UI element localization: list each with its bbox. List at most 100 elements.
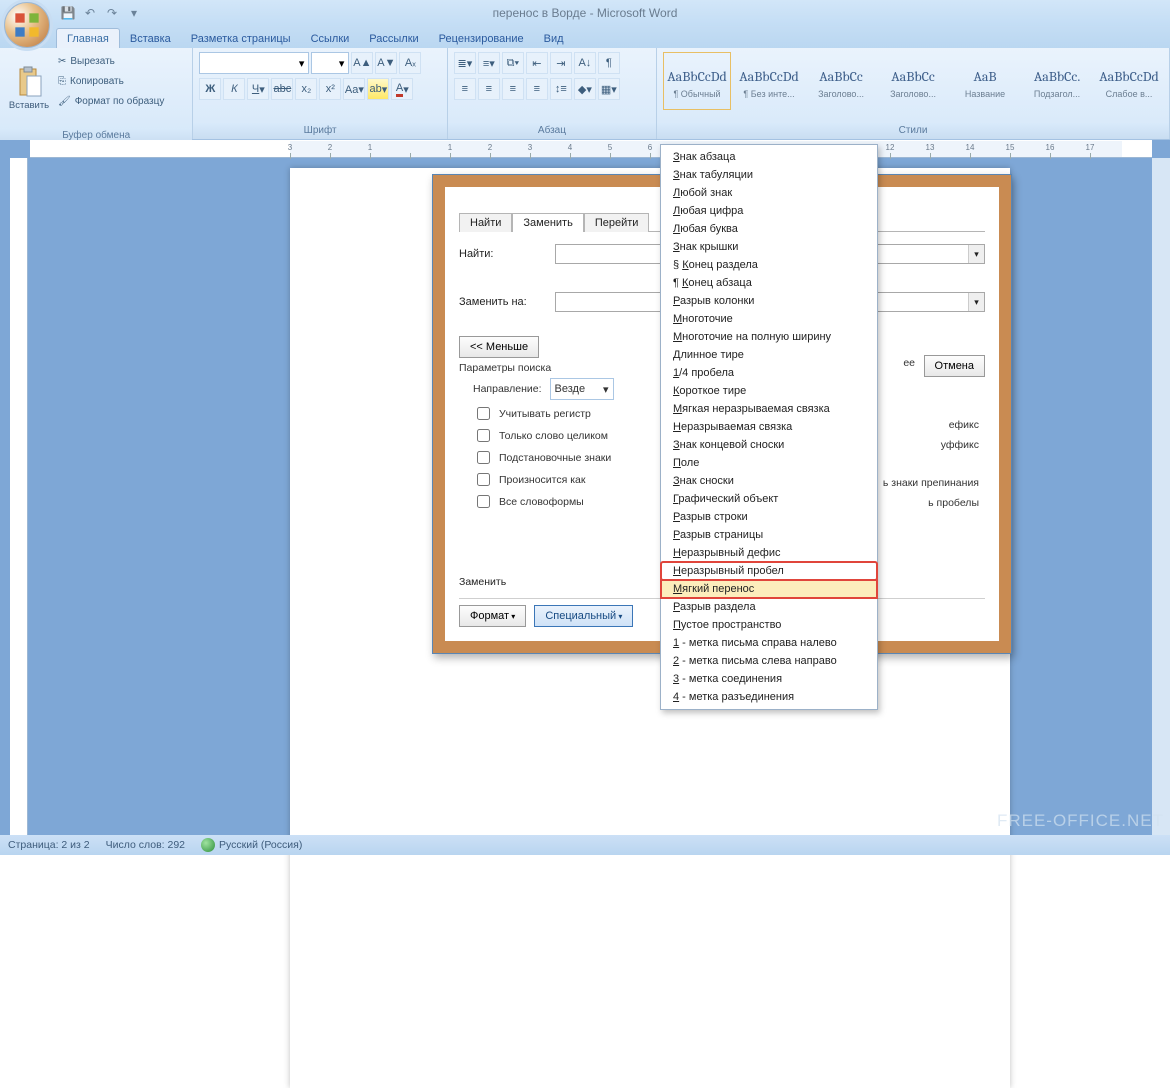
font-name-combo[interactable]: ▾ bbox=[199, 52, 309, 74]
tab-find[interactable]: Найти bbox=[459, 213, 512, 232]
borders-button[interactable]: ▦▾ bbox=[598, 78, 620, 100]
shrink-font-button[interactable]: A▼ bbox=[375, 52, 397, 74]
menu-item[interactable]: 1/4 пробела bbox=[661, 364, 877, 382]
tab-replace[interactable]: Заменить bbox=[512, 213, 583, 232]
menu-item[interactable]: Неразрывный пробел bbox=[661, 562, 877, 580]
status-language[interactable]: Русский (Россия) bbox=[201, 838, 302, 852]
tab-insert[interactable]: Вставка bbox=[120, 29, 181, 48]
menu-item[interactable]: Графический объект bbox=[661, 490, 877, 508]
font-size-combo[interactable]: ▾ bbox=[311, 52, 349, 74]
redo-icon[interactable]: ↷ bbox=[104, 5, 120, 21]
menu-item[interactable]: Разрыв колонки bbox=[661, 292, 877, 310]
menu-item[interactable]: Пустое пространство bbox=[661, 616, 877, 634]
clear-formatting-button[interactable]: Aₓ bbox=[399, 52, 421, 74]
menu-item[interactable]: Разрыв раздела bbox=[661, 598, 877, 616]
outdent-button[interactable]: ⇤ bbox=[526, 52, 548, 74]
menu-item[interactable]: 2 - метка письма слева направо bbox=[661, 652, 877, 670]
menu-item[interactable]: Знак крышки bbox=[661, 238, 877, 256]
align-center-button[interactable]: ≡ bbox=[478, 78, 500, 100]
menu-item[interactable]: Любая буква bbox=[661, 220, 877, 238]
tab-review[interactable]: Рецензирование bbox=[429, 29, 534, 48]
style-item[interactable]: AaBНазвание bbox=[951, 52, 1019, 110]
vertical-ruler[interactable] bbox=[10, 158, 28, 835]
bold-button[interactable]: Ж bbox=[199, 78, 221, 100]
multilevel-button[interactable]: ⧉▾ bbox=[502, 52, 524, 74]
menu-item[interactable]: Поле bbox=[661, 454, 877, 472]
check-whole-word[interactable] bbox=[477, 429, 490, 442]
menu-item[interactable]: Неразрываемая связка bbox=[661, 418, 877, 436]
tab-goto[interactable]: Перейти bbox=[584, 213, 650, 232]
less-button[interactable]: << Меньше bbox=[459, 336, 539, 358]
italic-button[interactable]: К bbox=[223, 78, 245, 100]
office-button[interactable] bbox=[4, 2, 50, 48]
special-button[interactable]: Специальный bbox=[534, 605, 633, 627]
format-button[interactable]: Формат bbox=[459, 605, 526, 627]
format-painter-button[interactable]: 🖌Формат по образцу bbox=[56, 92, 166, 110]
menu-item[interactable]: Любой знак bbox=[661, 184, 877, 202]
paste-button[interactable]: Вставить bbox=[6, 52, 52, 124]
menu-item[interactable]: Знак сноски bbox=[661, 472, 877, 490]
tab-references[interactable]: Ссылки bbox=[301, 29, 360, 48]
vertical-scrollbar[interactable] bbox=[1152, 158, 1170, 835]
strikethrough-button[interactable]: abc bbox=[271, 78, 293, 100]
check-match-case[interactable] bbox=[477, 407, 490, 420]
menu-item[interactable]: Многоточие bbox=[661, 310, 877, 328]
style-item[interactable]: AaBbCcDd¶ Без инте... bbox=[735, 52, 803, 110]
styles-gallery[interactable]: AaBbCcDd¶ ОбычныйAaBbCcDd¶ Без инте...Aa… bbox=[657, 48, 1169, 123]
check-sounds-like[interactable] bbox=[477, 473, 490, 486]
menu-item[interactable]: Разрыв строки bbox=[661, 508, 877, 526]
highlight-button[interactable]: ab▾ bbox=[367, 78, 389, 100]
bullets-button[interactable]: ≣▾ bbox=[454, 52, 476, 74]
menu-item[interactable]: § Конец раздела bbox=[661, 256, 877, 274]
show-marks-button[interactable]: ¶ bbox=[598, 52, 620, 74]
direction-combo[interactable]: Везде▾ bbox=[550, 378, 614, 400]
indent-button[interactable]: ⇥ bbox=[550, 52, 572, 74]
menu-item[interactable]: Разрыв страницы bbox=[661, 526, 877, 544]
style-item[interactable]: AaBbCcЗаголово... bbox=[879, 52, 947, 110]
menu-item[interactable]: Любая цифра bbox=[661, 202, 877, 220]
chevron-down-icon[interactable]: ▾ bbox=[968, 293, 984, 311]
numbering-button[interactable]: ≡▾ bbox=[478, 52, 500, 74]
align-right-button[interactable]: ≡ bbox=[502, 78, 524, 100]
shading-button[interactable]: ◆▾ bbox=[574, 78, 596, 100]
sort-button[interactable]: A↓ bbox=[574, 52, 596, 74]
menu-item[interactable]: ¶ Конец абзаца bbox=[661, 274, 877, 292]
menu-item[interactable]: Знак концевой сноски bbox=[661, 436, 877, 454]
menu-item[interactable]: 1 - метка письма справа налево bbox=[661, 634, 877, 652]
tab-view[interactable]: Вид bbox=[534, 29, 574, 48]
status-words[interactable]: Число слов: 292 bbox=[106, 839, 185, 851]
menu-item[interactable]: Многоточие на полную ширину bbox=[661, 328, 877, 346]
check-all-forms[interactable] bbox=[477, 495, 490, 508]
qat-dropdown-icon[interactable]: ▾ bbox=[126, 5, 142, 21]
menu-item[interactable]: Знак табуляции bbox=[661, 166, 877, 184]
copy-button[interactable]: ⎘Копировать bbox=[56, 72, 166, 90]
status-page[interactable]: Страница: 2 из 2 bbox=[8, 839, 90, 851]
tab-layout[interactable]: Разметка страницы bbox=[181, 29, 301, 48]
style-item[interactable]: AaBbCcЗаголово... bbox=[807, 52, 875, 110]
style-item[interactable]: AaBbCcDd¶ Обычный bbox=[663, 52, 731, 110]
menu-item[interactable]: 3 - метка соединения bbox=[661, 670, 877, 688]
check-wildcards[interactable] bbox=[477, 451, 490, 464]
align-left-button[interactable]: ≡ bbox=[454, 78, 476, 100]
menu-item[interactable]: Знак абзаца bbox=[661, 148, 877, 166]
menu-item[interactable]: Мягкий перенос bbox=[661, 580, 877, 598]
line-spacing-button[interactable]: ↕≡ bbox=[550, 78, 572, 100]
underline-button[interactable]: Ч ▾ bbox=[247, 78, 269, 100]
menu-item[interactable]: Мягкая неразрываемая связка bbox=[661, 400, 877, 418]
change-case-button[interactable]: Aa▾ bbox=[343, 78, 365, 100]
chevron-down-icon[interactable]: ▾ bbox=[968, 245, 984, 263]
grow-font-button[interactable]: A▲ bbox=[351, 52, 373, 74]
menu-item[interactable]: Неразрывный дефис bbox=[661, 544, 877, 562]
cancel-button[interactable]: Отмена bbox=[924, 355, 985, 377]
style-item[interactable]: AaBbCc.Подзагол... bbox=[1023, 52, 1091, 110]
menu-item[interactable]: Короткое тире bbox=[661, 382, 877, 400]
tab-home[interactable]: Главная bbox=[56, 28, 120, 48]
style-item[interactable]: AaBbCcDdСлабое в... bbox=[1095, 52, 1163, 110]
cut-button[interactable]: ✂Вырезать bbox=[56, 52, 166, 70]
menu-item[interactable]: 4 - метка разъединения bbox=[661, 688, 877, 706]
subscript-button[interactable]: x₂ bbox=[295, 78, 317, 100]
superscript-button[interactable]: x² bbox=[319, 78, 341, 100]
tab-mailings[interactable]: Рассылки bbox=[359, 29, 428, 48]
save-icon[interactable]: 💾 bbox=[60, 5, 76, 21]
justify-button[interactable]: ≡ bbox=[526, 78, 548, 100]
